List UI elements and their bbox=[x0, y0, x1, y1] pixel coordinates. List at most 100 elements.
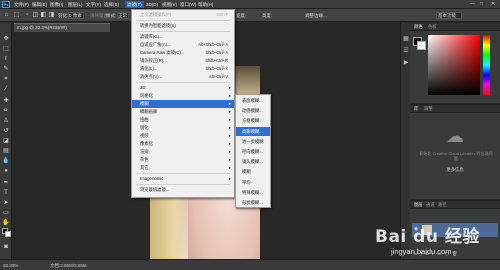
tab-layers[interactable]: 图层 bbox=[414, 202, 423, 208]
document-info[interactable]: 文档:3.66M/3.66M bbox=[50, 262, 87, 269]
menu-3d[interactable]: 3D(D) bbox=[146, 1, 158, 8]
menu-shortcut: Alt+Ctrl+V bbox=[208, 74, 228, 79]
blur-submenu-item[interactable]: 径向模糊... bbox=[236, 147, 270, 156]
menu-edit[interactable]: 编辑(E) bbox=[32, 1, 47, 8]
brush-tool-icon[interactable]: ✏ bbox=[2, 107, 10, 115]
menu-filter[interactable]: 滤镜(T) bbox=[125, 1, 144, 8]
eraser-tool-icon[interactable]: ◪ bbox=[2, 137, 10, 145]
close-icon[interactable]: ✕ bbox=[491, 1, 495, 8]
blur-submenu-item[interactable]: 平均 bbox=[236, 178, 270, 187]
filter-menu-item[interactable]: 消失点(V)... Alt+Ctrl+V bbox=[132, 73, 234, 81]
blur-submenu-item[interactable]: 形状模糊... bbox=[236, 198, 270, 207]
blur-tool-icon[interactable]: 💧 bbox=[2, 157, 10, 165]
blur-submenu-item[interactable]: 动感模糊... bbox=[236, 106, 270, 115]
refine-edge-button[interactable]: 调整边缘... bbox=[305, 12, 327, 19]
tab-color[interactable]: 颜色 bbox=[414, 24, 423, 30]
filter-menu-item[interactable]: 其它 ▸ bbox=[132, 164, 234, 172]
clone-stamp-tool-icon[interactable]: ♙ bbox=[2, 117, 10, 125]
filter-menu-item[interactable]: 自适应广角(A)... Alt+Shift+Ctrl+A bbox=[132, 41, 234, 49]
blur-submenu-item[interactable]: 高斯模糊... bbox=[236, 126, 270, 136]
healing-brush-tool-icon[interactable]: ✚ bbox=[2, 97, 10, 105]
path-select-tool-icon[interactable]: ➤ bbox=[2, 199, 10, 207]
submenu-arrow-icon: ▸ bbox=[228, 85, 231, 90]
tab-channels[interactable]: 通道 bbox=[426, 202, 435, 208]
subtract-selection-icon[interactable]: ◧ bbox=[40, 12, 47, 19]
actions-panel-icon[interactable]: ▶ bbox=[402, 59, 410, 67]
dodge-tool-icon[interactable]: ● bbox=[2, 167, 10, 175]
filter-menu-item[interactable]: 滤镜库(G)... bbox=[132, 33, 234, 41]
menu-help[interactable]: 帮助(H) bbox=[198, 1, 213, 8]
quick-mask-icon[interactable]: ◙ bbox=[2, 243, 10, 251]
properties-panel-icon[interactable]: ☰ bbox=[402, 47, 410, 55]
blur-submenu-item[interactable]: 表面模糊... bbox=[236, 96, 270, 105]
filter-menu-item[interactable]: Imagenomic ▸ bbox=[132, 175, 234, 183]
filter-menu-item[interactable]: 扭曲 ▸ bbox=[132, 116, 234, 124]
history-panel-icon[interactable]: ▦ bbox=[402, 35, 410, 43]
tab-libraries[interactable]: 库 bbox=[414, 106, 418, 112]
filter-menu-item-label: 液化(L)... bbox=[140, 66, 158, 71]
background-color-chip[interactable] bbox=[417, 41, 426, 50]
menu-select[interactable]: 选择(S) bbox=[104, 1, 119, 8]
filter-menu-item[interactable]: 渲染 ▸ bbox=[132, 148, 234, 156]
menu-view[interactable]: 视图(V) bbox=[162, 1, 177, 8]
color-picker-field[interactable] bbox=[428, 35, 480, 95]
more-info-link[interactable]: 更多信息 bbox=[430, 167, 480, 173]
gradient-tool-icon[interactable]: ▤ bbox=[2, 147, 10, 155]
filter-menu-item[interactable]: 模糊 ▸ bbox=[132, 100, 234, 108]
quick-select-tool-icon[interactable]: ✎ bbox=[2, 65, 10, 73]
home-icon[interactable]: ⌂ bbox=[3, 12, 10, 19]
marquee-tool-icon[interactable]: ⬚ bbox=[13, 12, 20, 19]
filter-menu-item[interactable]: 上次滤镜操作(F) Ctrl+F bbox=[132, 11, 234, 19]
filter-menu-item[interactable]: Camera Raw 滤镜(C)... Shift+Ctrl+A bbox=[132, 49, 234, 57]
filter-menu-item[interactable]: 浏览联机滤镜... bbox=[132, 186, 234, 194]
tab-swatches[interactable]: 色板 bbox=[428, 24, 437, 30]
filter-menu-item[interactable]: 模糊画廊 ▸ bbox=[132, 108, 234, 116]
blur-submenu-item[interactable]: 模糊 bbox=[236, 167, 270, 176]
pen-tool-icon[interactable]: ✒ bbox=[2, 179, 10, 187]
marquee-tool-icon[interactable]: ⬚ bbox=[2, 45, 10, 53]
filter-menu-item[interactable]: 视频 ▸ bbox=[132, 132, 234, 140]
menu-separator bbox=[136, 184, 230, 185]
move-tool-icon[interactable]: ✥ bbox=[2, 35, 10, 43]
menu-shortcut: Alt+Shift+Ctrl+A bbox=[198, 42, 228, 47]
hue-slider[interactable] bbox=[483, 35, 490, 95]
hand-tool-icon[interactable]: ✋ bbox=[2, 219, 10, 227]
crop-tool-icon[interactable]: ⌗ bbox=[2, 75, 10, 83]
add-selection-icon[interactable]: ◫ bbox=[32, 12, 39, 19]
tab-paths[interactable]: 路径 bbox=[438, 202, 447, 208]
filter-menu-item[interactable]: 杂色 ▸ bbox=[132, 156, 234, 164]
shape-tool-icon[interactable]: ▭ bbox=[2, 209, 10, 217]
menu-type[interactable]: 文字(Y) bbox=[86, 1, 101, 8]
menu-window[interactable]: 窗口(W) bbox=[180, 1, 196, 8]
menu-image[interactable]: 图像(I) bbox=[50, 1, 63, 8]
background-color-swatch[interactable] bbox=[5, 231, 11, 237]
filter-menu-item[interactable]: 锐化 ▸ bbox=[132, 124, 234, 132]
feather-value: 0 像素 bbox=[69, 13, 82, 18]
menu-layer[interactable]: 图层(L) bbox=[68, 1, 83, 8]
filter-menu-item[interactable]: 转换为智能滤镜(S) bbox=[132, 22, 234, 30]
filter-menu-item-label: 上次滤镜操作(F) bbox=[140, 12, 172, 17]
minimize-icon[interactable]: — bbox=[470, 1, 475, 8]
blur-submenu: 表面模糊... 动感模糊... 方框模糊... 高斯模糊... 进一步模糊 径向模糊...… bbox=[235, 94, 271, 208]
filter-menu-item[interactable]: 液化(L)... Shift+Ctrl+X bbox=[132, 65, 234, 73]
new-selection-icon[interactable]: ▫ bbox=[24, 12, 31, 19]
type-tool-icon[interactable]: T bbox=[2, 189, 10, 197]
maximize-icon[interactable]: □ bbox=[480, 1, 483, 8]
filter-menu-item[interactable]: 风格化 ▸ bbox=[132, 92, 234, 100]
filter-menu-item[interactable]: 镜头校正(R)... Shift+Ctrl+R bbox=[132, 57, 234, 65]
lasso-tool-icon[interactable]: ℓ bbox=[2, 55, 10, 63]
history-brush-tool-icon[interactable]: ↺ bbox=[2, 127, 10, 135]
intersect-selection-icon[interactable]: ◨ bbox=[48, 12, 55, 19]
document-tab[interactable]: m.jpg @ 33.3%(RGB/8#) bbox=[14, 23, 110, 32]
blur-submenu-item[interactable]: 方框模糊... bbox=[236, 116, 270, 125]
blur-submenu-item[interactable]: 进一步模糊 bbox=[236, 137, 270, 146]
filter-menu-item[interactable]: 3D ▸ bbox=[132, 84, 234, 92]
blur-submenu-item[interactable]: 镜头模糊... bbox=[236, 157, 270, 166]
menu-file[interactable]: 文件(F) bbox=[14, 1, 29, 8]
filter-menu-item-label: Imagenomic bbox=[140, 176, 164, 181]
filter-menu-item[interactable]: 像素化 ▸ bbox=[132, 140, 234, 148]
zoom-level[interactable]: 33.33% bbox=[3, 262, 18, 269]
eyedropper-tool-icon[interactable]: ⁄ bbox=[2, 85, 10, 93]
tab-adjustments[interactable]: 调整 bbox=[424, 106, 433, 112]
blur-submenu-item[interactable]: 特殊模糊... bbox=[236, 188, 270, 197]
